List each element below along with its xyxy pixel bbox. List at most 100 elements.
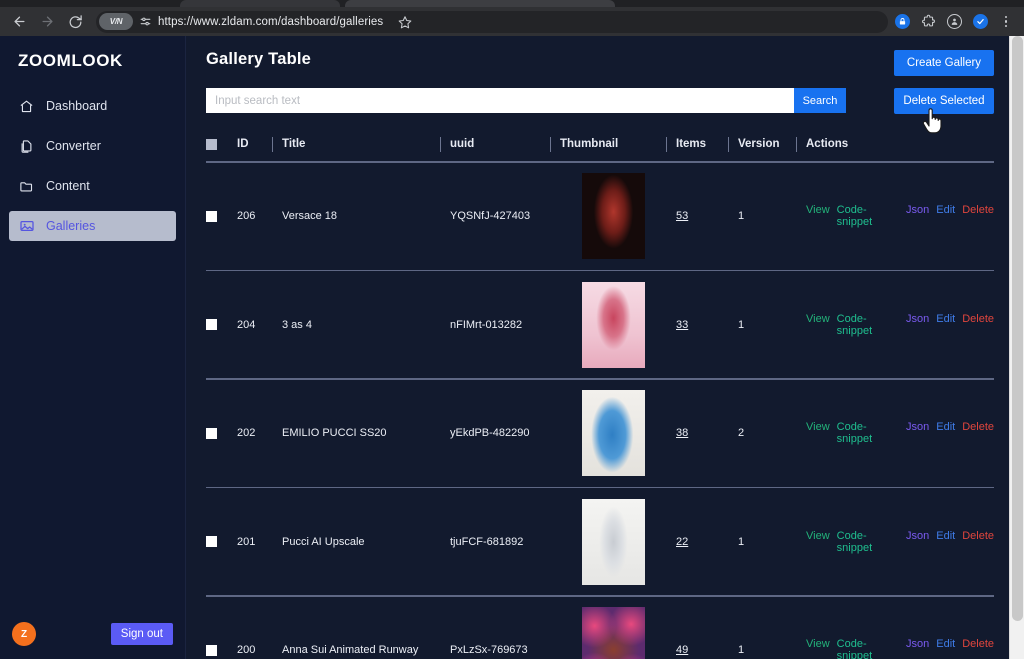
cell-uuid: nFIMrt-013282 bbox=[450, 318, 523, 331]
column-header-version[interactable]: Version bbox=[738, 138, 796, 150]
items-count-link[interactable]: 33 bbox=[676, 319, 688, 331]
app-root: ZOOMLOOK Dashboard Converter Content Gal… bbox=[0, 36, 1024, 659]
cell-thumbnail[interactable] bbox=[560, 390, 666, 476]
cell-items[interactable]: 53 bbox=[676, 210, 728, 222]
select-all-checkbox[interactable] bbox=[206, 138, 237, 150]
cell-items[interactable]: 49 bbox=[676, 644, 728, 656]
browser-tab-background[interactable] bbox=[180, 0, 340, 7]
column-header-actions[interactable]: Actions bbox=[806, 138, 994, 150]
action-json-link[interactable]: Json bbox=[906, 530, 929, 554]
thumbnail-image[interactable] bbox=[581, 498, 645, 585]
action-delete-link[interactable]: Delete bbox=[962, 421, 994, 445]
copy-file-icon bbox=[18, 138, 35, 155]
action-view-link[interactable]: View bbox=[806, 313, 830, 337]
sidebar-item-content[interactable]: Content bbox=[9, 171, 176, 201]
action-json-link[interactable]: Json bbox=[906, 313, 929, 337]
action-json-link[interactable]: Json bbox=[906, 421, 929, 445]
items-count-link[interactable]: 53 bbox=[676, 210, 688, 222]
vpn-shield-icon[interactable] bbox=[890, 10, 914, 34]
action-edit-link[interactable]: Edit bbox=[936, 421, 955, 445]
action-delete-link[interactable]: Delete bbox=[962, 313, 994, 337]
row-checkbox[interactable] bbox=[206, 319, 237, 330]
action-edit-link[interactable]: Edit bbox=[936, 204, 955, 228]
action-view-link[interactable]: View bbox=[806, 638, 830, 659]
search-button[interactable]: Search bbox=[794, 88, 846, 113]
column-divider bbox=[728, 136, 729, 152]
sidebar-item-galleries[interactable]: Galleries bbox=[9, 211, 176, 241]
action-delete-link[interactable]: Delete bbox=[962, 530, 994, 554]
site-settings-icon[interactable] bbox=[139, 15, 152, 28]
page-scrollbar[interactable] bbox=[1009, 36, 1024, 659]
action-code-snippet-link[interactable]: Code-snippet bbox=[837, 530, 899, 554]
cell-thumbnail[interactable] bbox=[560, 173, 666, 259]
cell-version: 1 bbox=[738, 535, 745, 548]
action-edit-link[interactable]: Edit bbox=[936, 530, 955, 554]
browser-menu-icon[interactable] bbox=[994, 10, 1018, 34]
table-row[interactable]: 201 Pucci AI Upscale tjuFCF-681892 22 1 View C… bbox=[206, 488, 994, 595]
cell-items[interactable]: 22 bbox=[676, 536, 728, 548]
cell-title: Pucci AI Upscale bbox=[282, 535, 365, 548]
thumbnail-image[interactable] bbox=[581, 390, 645, 476]
cell-thumbnail[interactable] bbox=[560, 498, 666, 585]
browser-tab-active[interactable] bbox=[345, 0, 615, 7]
action-view-link[interactable]: View bbox=[806, 530, 830, 554]
forward-arrow-icon[interactable] bbox=[34, 10, 60, 34]
sidebar-item-dashboard[interactable]: Dashboard bbox=[9, 91, 176, 121]
action-json-link[interactable]: Json bbox=[906, 204, 929, 228]
action-delete-link[interactable]: Delete bbox=[962, 204, 994, 228]
thumbnail-image[interactable] bbox=[581, 281, 645, 368]
row-checkbox[interactable] bbox=[206, 536, 237, 547]
action-json-link[interactable]: Json bbox=[906, 638, 929, 659]
address-bar[interactable]: V/N https://www.zldam.com/dashboard/gall… bbox=[96, 10, 888, 34]
back-arrow-icon[interactable] bbox=[6, 10, 32, 34]
column-header-uuid[interactable]: uuid bbox=[450, 138, 550, 150]
cell-items[interactable]: 38 bbox=[676, 427, 728, 439]
table-row[interactable]: 200 Anna Sui Animated Runway PxLzSx-769673… bbox=[206, 597, 994, 659]
profile-avatar-icon[interactable] bbox=[942, 10, 966, 34]
row-checkbox[interactable] bbox=[206, 644, 237, 656]
items-count-link[interactable]: 38 bbox=[676, 427, 688, 439]
create-gallery-button[interactable]: Create Gallery bbox=[894, 50, 994, 76]
column-header-thumbnail[interactable]: Thumbnail bbox=[560, 138, 666, 150]
column-header-items[interactable]: Items bbox=[676, 138, 728, 150]
page-scrollbar-thumb[interactable] bbox=[1012, 36, 1023, 621]
items-count-link[interactable]: 22 bbox=[676, 536, 688, 548]
column-header-id[interactable]: ID bbox=[237, 138, 272, 150]
action-code-snippet-link[interactable]: Code-snippet bbox=[837, 204, 899, 228]
column-header-title[interactable]: Title bbox=[282, 138, 440, 150]
table-row[interactable]: 202 EMILIO PUCCI SS20 yEkdPB-482290 38 2 View… bbox=[206, 380, 994, 487]
avatar[interactable]: Z bbox=[12, 622, 36, 646]
cell-thumbnail[interactable] bbox=[560, 607, 666, 659]
action-code-snippet-link[interactable]: Code-snippet bbox=[837, 638, 899, 659]
page-title: Gallery Table bbox=[206, 50, 312, 68]
action-view-link[interactable]: View bbox=[806, 421, 830, 445]
extensions-puzzle-icon[interactable] bbox=[916, 10, 940, 34]
bookmark-star-icon[interactable] bbox=[393, 10, 417, 34]
thumbnail-image[interactable] bbox=[581, 607, 645, 659]
cell-thumbnail[interactable] bbox=[560, 281, 666, 368]
cell-items[interactable]: 33 bbox=[676, 319, 728, 331]
action-edit-link[interactable]: Edit bbox=[936, 638, 955, 659]
url-text[interactable]: https://www.zldam.com/dashboard/gallerie… bbox=[158, 16, 383, 28]
row-checkbox[interactable] bbox=[206, 210, 237, 222]
sign-out-button[interactable]: Sign out bbox=[110, 623, 173, 645]
search-input[interactable] bbox=[206, 88, 794, 113]
vpn-extension-pill[interactable]: V/N bbox=[99, 13, 133, 30]
table-row[interactable]: 206 Versace 18 YQSNfJ-427403 53 1 View Code-sn… bbox=[206, 163, 994, 270]
action-delete-link[interactable]: Delete bbox=[962, 638, 994, 659]
action-view-link[interactable]: View bbox=[806, 204, 830, 228]
browser-tabstrip[interactable] bbox=[0, 0, 1024, 7]
action-edit-link[interactable]: Edit bbox=[936, 313, 955, 337]
sidebar-item-converter[interactable]: Converter bbox=[9, 131, 176, 161]
top-action-buttons: Create Gallery Delete Selected bbox=[894, 50, 994, 114]
items-count-link[interactable]: 49 bbox=[676, 644, 688, 656]
column-divider bbox=[440, 136, 441, 152]
row-checkbox[interactable] bbox=[206, 427, 237, 439]
verified-badge-icon[interactable] bbox=[968, 10, 992, 34]
action-code-snippet-link[interactable]: Code-snippet bbox=[837, 313, 899, 337]
thumbnail-image[interactable] bbox=[581, 173, 645, 259]
action-code-snippet-link[interactable]: Code-snippet bbox=[837, 421, 899, 445]
table-row[interactable]: 204 3 as 4 nFIMrt-013282 33 1 View Code-snippe… bbox=[206, 271, 994, 378]
reload-icon[interactable] bbox=[62, 10, 88, 34]
delete-selected-button[interactable]: Delete Selected bbox=[894, 88, 994, 114]
